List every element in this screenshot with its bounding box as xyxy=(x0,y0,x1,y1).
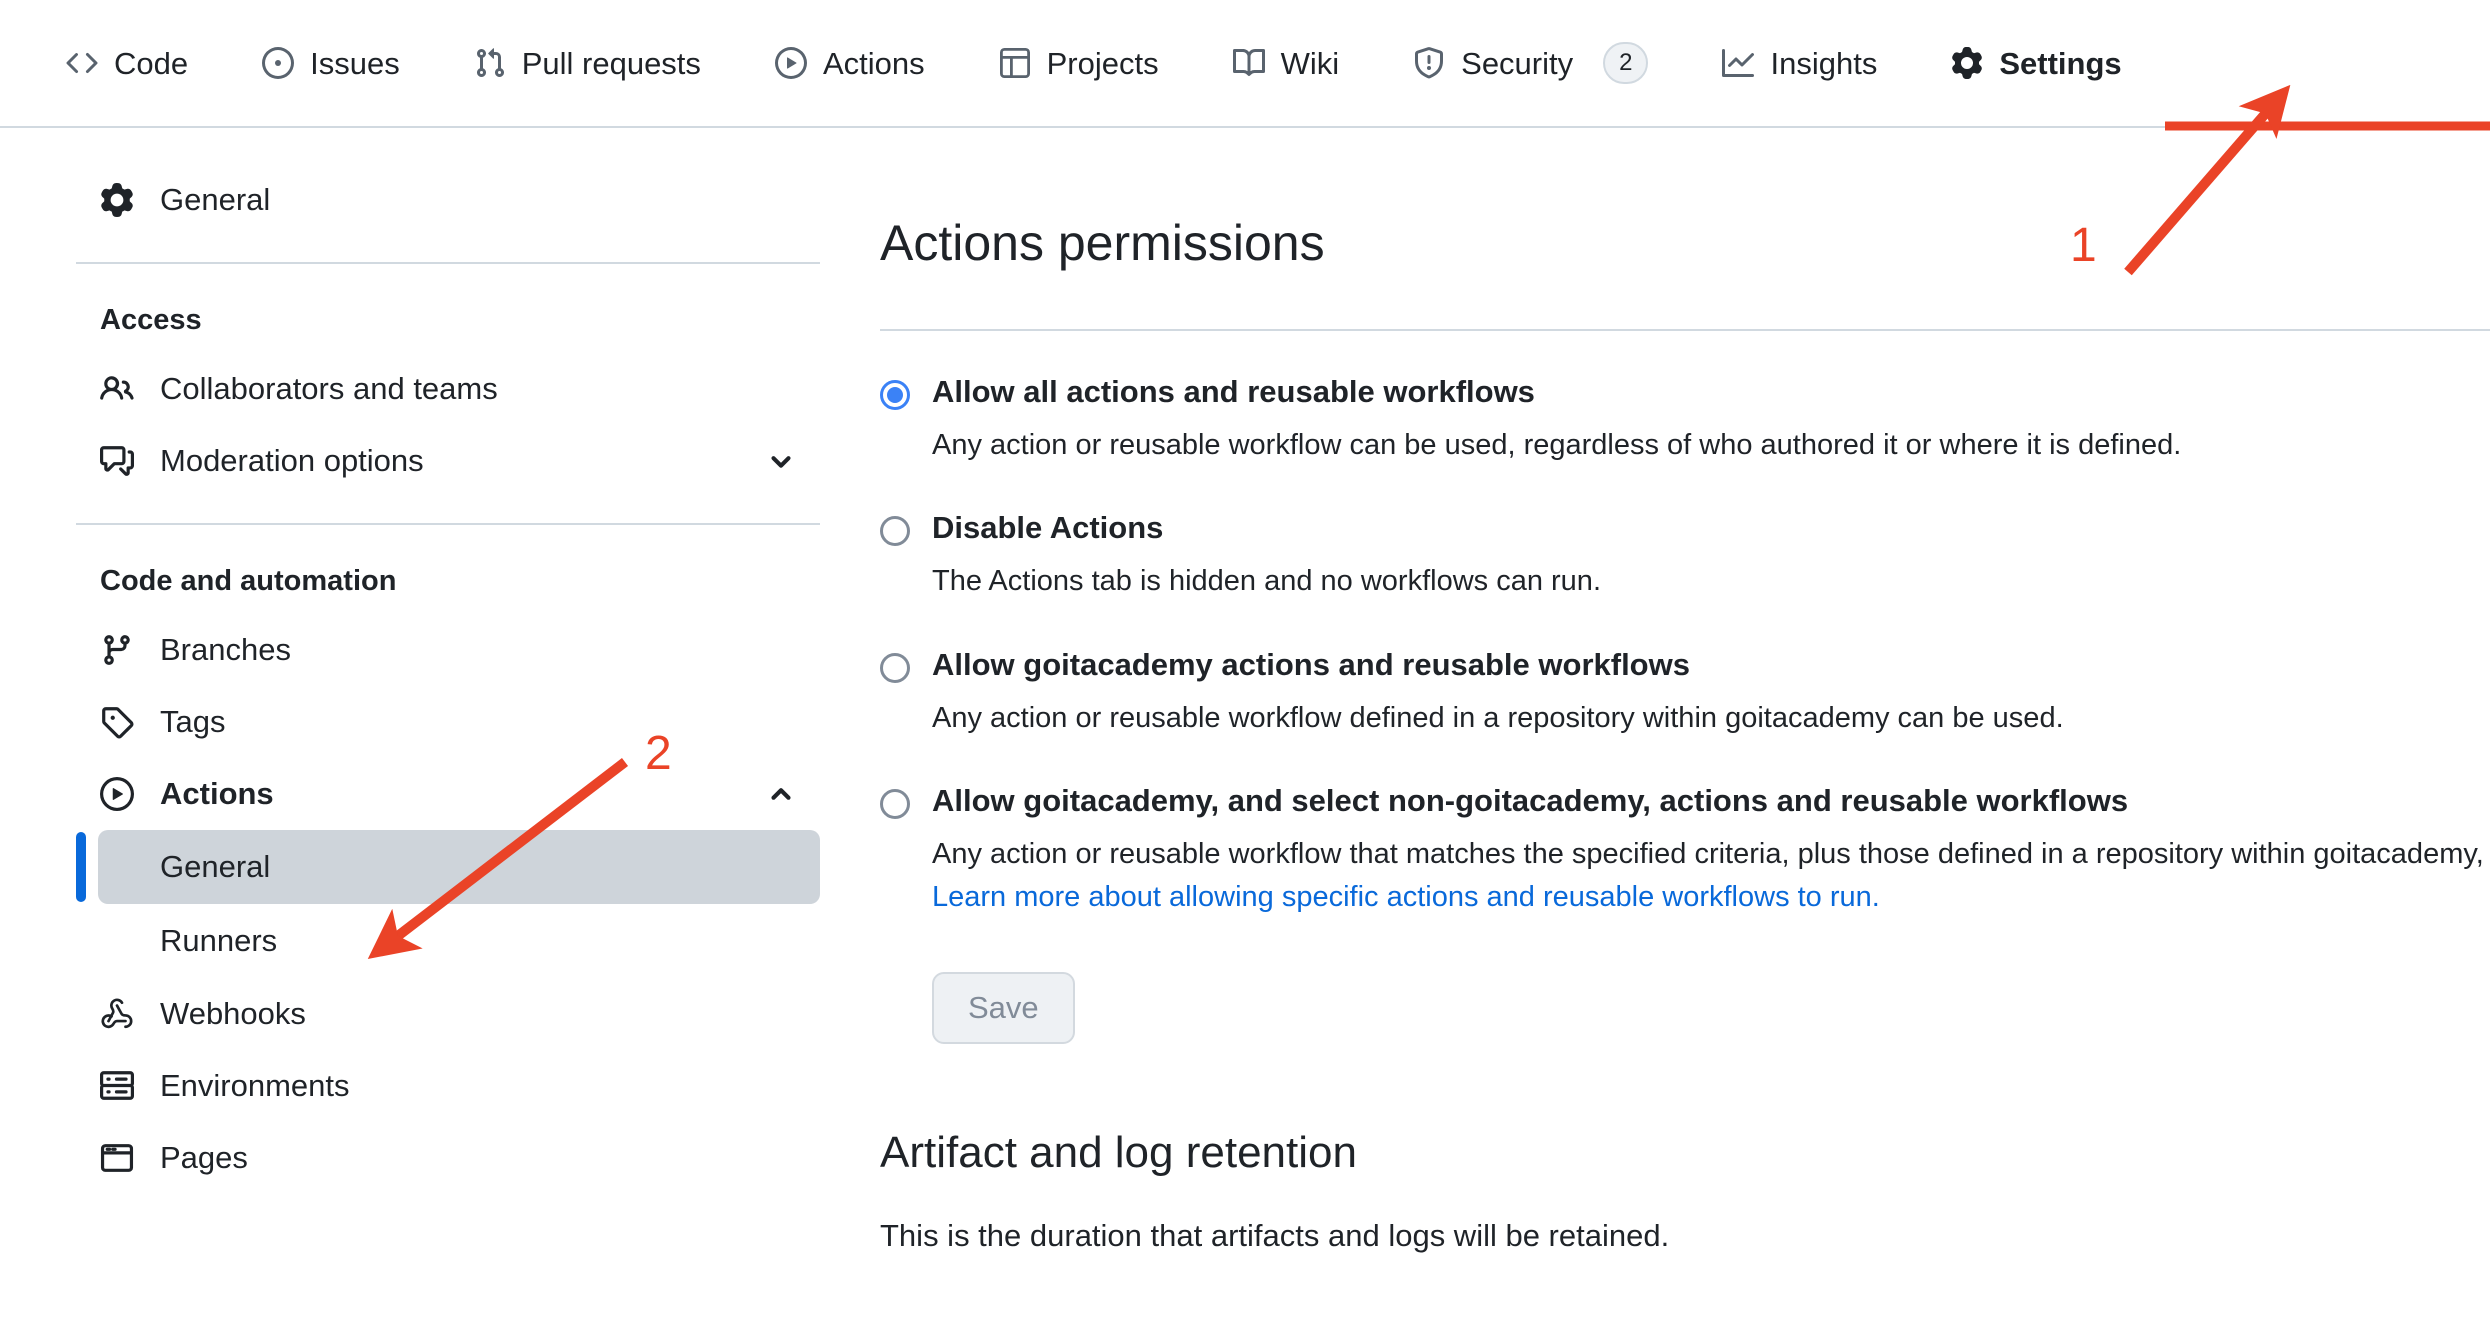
nav-tab-security[interactable]: Security 2 xyxy=(1391,21,1670,105)
nav-tab-pull-requests[interactable]: Pull requests xyxy=(452,21,723,105)
sidebar-item-label: Environments xyxy=(160,1068,350,1104)
sidebar-item-pages[interactable]: Pages xyxy=(76,1122,820,1194)
nav-tab-label: Issues xyxy=(310,48,400,79)
sidebar-subitem-label: General xyxy=(160,849,270,885)
people-icon xyxy=(100,372,134,406)
sidebar-divider xyxy=(76,523,820,525)
code-icon xyxy=(66,47,98,79)
tag-icon xyxy=(100,705,134,739)
nav-tab-label: Settings xyxy=(1999,48,2121,79)
nav-tab-wiki[interactable]: Wiki xyxy=(1211,21,1362,105)
actions-permissions-radio-group: Allow all actions and reusable workflows… xyxy=(880,371,2490,914)
sidebar-item-actions[interactable]: Actions xyxy=(76,758,820,830)
sidebar-item-label: Moderation options xyxy=(160,443,424,479)
chevron-up-icon[interactable] xyxy=(766,779,796,809)
radio-button[interactable] xyxy=(880,380,910,410)
sidebar-item-collaborators-and-teams[interactable]: Collaborators and teams xyxy=(76,353,820,425)
artifact-and-log-retention-section: Artifact and log retention This is the d… xyxy=(880,1128,2490,1254)
permission-option-label: Allow all actions and reusable workflows xyxy=(932,371,1535,413)
settings-content: Actions permissions Allow all actions an… xyxy=(880,128,2490,1318)
shield-icon xyxy=(1413,47,1445,79)
nav-tab-code[interactable]: Code xyxy=(44,21,210,105)
sidebar-item-tags[interactable]: Tags xyxy=(76,686,820,758)
settings-sidebar: General Access Collaborators and teams M… xyxy=(0,128,880,1318)
sidebar-item-moderation-options[interactable]: Moderation options xyxy=(76,425,820,497)
play-icon xyxy=(775,47,807,79)
sidebar-subitem-actions-runners[interactable]: Runners xyxy=(98,904,820,978)
nav-tab-insights[interactable]: Insights xyxy=(1700,21,1899,105)
sidebar-heading-access: Access xyxy=(76,290,820,353)
sidebar-item-general[interactable]: General xyxy=(76,164,820,236)
permission-option-label: Allow goitacademy, and select non-goitac… xyxy=(932,780,2128,822)
sidebar-subitem-actions-general[interactable]: General xyxy=(98,830,820,904)
gear-icon xyxy=(1951,47,1983,79)
graph-icon xyxy=(1722,47,1754,79)
sidebar-divider xyxy=(76,262,820,264)
sidebar-heading-code-and-automation: Code and automation xyxy=(76,551,820,614)
permission-option-description: The Actions tab is hidden and no workflo… xyxy=(880,561,2490,602)
permission-option-label: Disable Actions xyxy=(932,507,1163,549)
issue-opened-icon xyxy=(262,47,294,79)
git-pull-request-icon xyxy=(474,47,506,79)
nav-tab-label: Projects xyxy=(1047,48,1159,79)
nav-tab-label: Code xyxy=(114,48,188,79)
radio-button[interactable] xyxy=(880,789,910,819)
table-icon xyxy=(999,47,1031,79)
permission-option-description: Any action or reusable workflow defined … xyxy=(880,698,2490,739)
chevron-down-icon[interactable] xyxy=(766,446,796,476)
permission-option-disable-actions[interactable]: Disable Actions xyxy=(880,507,2490,549)
sidebar-subitem-label: Runners xyxy=(160,923,277,959)
sidebar-item-environments[interactable]: Environments xyxy=(76,1050,820,1122)
section-title: Artifact and log retention xyxy=(880,1128,2490,1178)
browser-icon xyxy=(100,1141,134,1175)
nav-tab-actions[interactable]: Actions xyxy=(753,21,947,105)
nav-tab-label: Actions xyxy=(823,48,925,79)
permission-option-allow-org[interactable]: Allow goitacademy actions and reusable w… xyxy=(880,644,2490,686)
book-icon xyxy=(1233,47,1265,79)
sidebar-item-branches[interactable]: Branches xyxy=(76,614,820,686)
nav-tab-settings[interactable]: Settings xyxy=(1929,21,2143,105)
radio-button[interactable] xyxy=(880,653,910,683)
permission-option-label: Allow goitacademy actions and reusable w… xyxy=(932,644,1690,686)
sidebar-item-label: Tags xyxy=(160,704,225,740)
settings-body: General Access Collaborators and teams M… xyxy=(0,128,2490,1318)
permission-option-description: Any action or reusable workflow that mat… xyxy=(880,834,2490,875)
security-alert-counter: 2 xyxy=(1603,42,1648,84)
save-button[interactable]: Save xyxy=(932,972,1075,1044)
server-icon xyxy=(100,1069,134,1103)
permission-option-description: Any action or reusable workflow can be u… xyxy=(880,425,2490,466)
nav-tab-label: Pull requests xyxy=(522,48,701,79)
permission-option-allow-all[interactable]: Allow all actions and reusable workflows xyxy=(880,371,2490,413)
sidebar-item-label: Actions xyxy=(160,776,274,812)
sidebar-item-label: Webhooks xyxy=(160,996,306,1032)
radio-button[interactable] xyxy=(880,516,910,546)
gear-icon xyxy=(100,183,134,217)
play-icon xyxy=(100,777,134,811)
webhook-icon xyxy=(100,997,134,1031)
title-divider xyxy=(880,329,2490,331)
comment-discussion-icon xyxy=(100,444,134,478)
sidebar-item-label: General xyxy=(160,182,270,218)
permission-option-allow-org-and-select[interactable]: Allow goitacademy, and select non-goitac… xyxy=(880,780,2490,822)
github-repository-settings-page: Code Issues Pull requests Actions Projec xyxy=(0,0,2490,1318)
sidebar-item-label: Collaborators and teams xyxy=(160,371,498,407)
nav-tab-label: Wiki xyxy=(1281,48,1340,79)
nav-tab-label: Security xyxy=(1461,48,1573,79)
sidebar-item-webhooks[interactable]: Webhooks xyxy=(76,978,820,1050)
git-branch-icon xyxy=(100,633,134,667)
learn-more-link[interactable]: Learn more about allowing specific actio… xyxy=(880,881,2490,914)
nav-tab-label: Insights xyxy=(1770,48,1877,79)
sidebar-item-label: Pages xyxy=(160,1140,248,1176)
nav-tab-issues[interactable]: Issues xyxy=(240,21,422,105)
nav-tab-projects[interactable]: Projects xyxy=(977,21,1181,105)
section-description: This is the duration that artifacts and … xyxy=(880,1218,2490,1254)
repository-nav: Code Issues Pull requests Actions Projec xyxy=(0,0,2490,128)
page-title: Actions permissions xyxy=(880,198,2490,296)
sidebar-item-label: Branches xyxy=(160,632,291,668)
